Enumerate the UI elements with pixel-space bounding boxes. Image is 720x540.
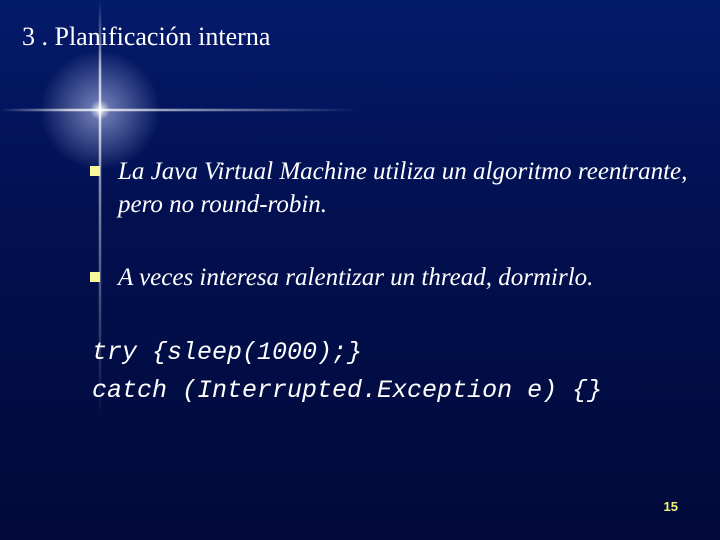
bullet-item: A veces interesa ralentizar un thread, d… xyxy=(90,261,690,294)
bullet-text: A veces interesa ralentizar un thread, d… xyxy=(118,261,593,294)
slide-body: La Java Virtual Machine utiliza un algor… xyxy=(90,155,690,409)
square-bullet-icon xyxy=(90,272,100,282)
slide-title: 3 . Planificación interna xyxy=(22,22,270,52)
page-number: 15 xyxy=(664,499,678,514)
bullet-item: La Java Virtual Machine utiliza un algor… xyxy=(90,155,690,221)
square-bullet-icon xyxy=(90,166,100,176)
code-line: try {sleep(1000);} xyxy=(92,334,690,372)
slide: 3 . Planificación interna La Java Virtua… xyxy=(0,0,720,540)
code-block: try {sleep(1000);} catch (Interrupted.Ex… xyxy=(92,334,690,409)
flare-horizontal xyxy=(0,109,720,111)
bullet-text: La Java Virtual Machine utiliza un algor… xyxy=(118,155,690,221)
code-line: catch (Interrupted.Exception e) {} xyxy=(92,372,690,410)
